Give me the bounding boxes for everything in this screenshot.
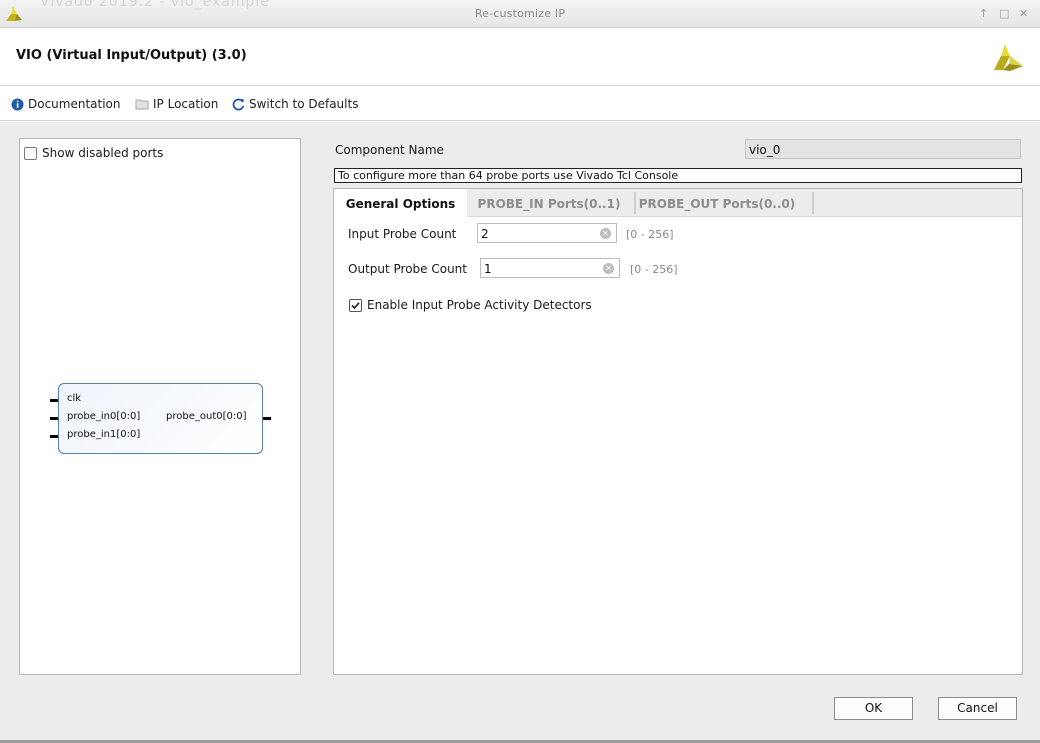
- pin-probe-out0: [263, 417, 271, 420]
- tab-probe-in-ports[interactable]: PROBE_IN Ports(0..1): [469, 189, 629, 217]
- ip-title: VIO (Virtual Input/Output) (3.0): [16, 48, 247, 63]
- tab-bar: General Options PROBE_IN Ports(0..1) PRO…: [334, 189, 1022, 218]
- switch-to-defaults-button[interactable]: Switch to Defaults: [232, 97, 358, 111]
- maximize-button[interactable]: □: [999, 8, 1009, 20]
- toolbar: Documentation IP Location Switch to Defa…: [0, 87, 1040, 121]
- ip-symbol-block: clk probe_in0[0:0] probe_in1[0:0] probe_…: [58, 383, 263, 454]
- port-probe-in1: probe_in1[0:0]: [67, 429, 141, 440]
- show-disabled-ports-label: Show disabled ports: [42, 146, 164, 160]
- window-title-bar: Vivado 2019.2 - vio_example Re-customize…: [0, 0, 1040, 28]
- input-probe-count-value: 2: [481, 227, 489, 241]
- ok-button[interactable]: OK: [834, 697, 913, 720]
- output-probe-count-field[interactable]: 1 ✕: [480, 258, 620, 278]
- ip-location-button[interactable]: IP Location: [135, 97, 218, 111]
- clear-input-icon[interactable]: ✕: [603, 263, 614, 274]
- ip-location-label: IP Location: [153, 97, 219, 111]
- checkmark-icon: [351, 301, 360, 309]
- pin-clk: [50, 399, 58, 402]
- documentation-label: Documentation: [28, 97, 121, 111]
- output-probe-count-label: Output Probe Count: [348, 262, 467, 276]
- port-clk: clk: [67, 393, 82, 404]
- activity-detectors-checkbox[interactable]: Enable Input Probe Activity Detectors: [349, 298, 592, 312]
- info-icon: [11, 98, 24, 110]
- folder-icon: [135, 99, 149, 110]
- checkbox-box-checked[interactable]: [349, 298, 362, 312]
- input-probe-count-label: Input Probe Count: [348, 227, 457, 241]
- cancel-button[interactable]: Cancel: [938, 697, 1017, 720]
- refresh-icon: [232, 98, 245, 110]
- clear-input-icon[interactable]: ✕: [600, 228, 611, 239]
- input-probe-count-field[interactable]: 2 ✕: [477, 223, 617, 243]
- component-name-label: Component Name: [335, 143, 444, 157]
- show-disabled-ports-checkbox[interactable]: Show disabled ports: [24, 146, 163, 160]
- tab-panel: General Options PROBE_IN Ports(0..1) PRO…: [333, 188, 1023, 675]
- tab-divider: [812, 192, 814, 214]
- checkbox-box[interactable]: [24, 146, 37, 160]
- window-title: Re-customize IP: [474, 7, 566, 20]
- configuration-panel: Component Name vio_0 To configure more t…: [333, 138, 1023, 675]
- switch-to-defaults-label: Switch to Defaults: [249, 97, 359, 111]
- pin-probe-in0: [50, 417, 58, 420]
- component-name-field[interactable]: vio_0: [745, 139, 1021, 159]
- vivado-logo-icon: [994, 44, 1023, 71]
- port-probe-in0: probe_in0[0:0]: [67, 411, 141, 422]
- documentation-button[interactable]: Documentation: [11, 97, 121, 111]
- close-button[interactable]: ✕: [1019, 8, 1028, 20]
- dialog-header: VIO (Virtual Input/Output) (3.0): [0, 28, 1040, 86]
- port-probe-out0: probe_out0[0:0]: [166, 411, 247, 422]
- tab-probe-out-ports[interactable]: PROBE_OUT Ports(0..0): [637, 189, 797, 217]
- dialog-footer: OK Cancel: [0, 690, 1040, 743]
- input-probe-count-range: [0 - 256]: [626, 228, 674, 241]
- activity-detectors-label: Enable Input Probe Activity Detectors: [367, 298, 592, 312]
- minimize-button[interactable]: ↑: [979, 8, 988, 20]
- tab-divider: [634, 192, 636, 214]
- tab-general-options[interactable]: General Options: [334, 189, 467, 218]
- output-probe-count-value: 1: [484, 262, 492, 276]
- pin-probe-in1: [50, 435, 58, 438]
- output-probe-count-range: [0 - 256]: [630, 263, 678, 276]
- tcl-console-note: To configure more than 64 probe ports us…: [334, 168, 1022, 183]
